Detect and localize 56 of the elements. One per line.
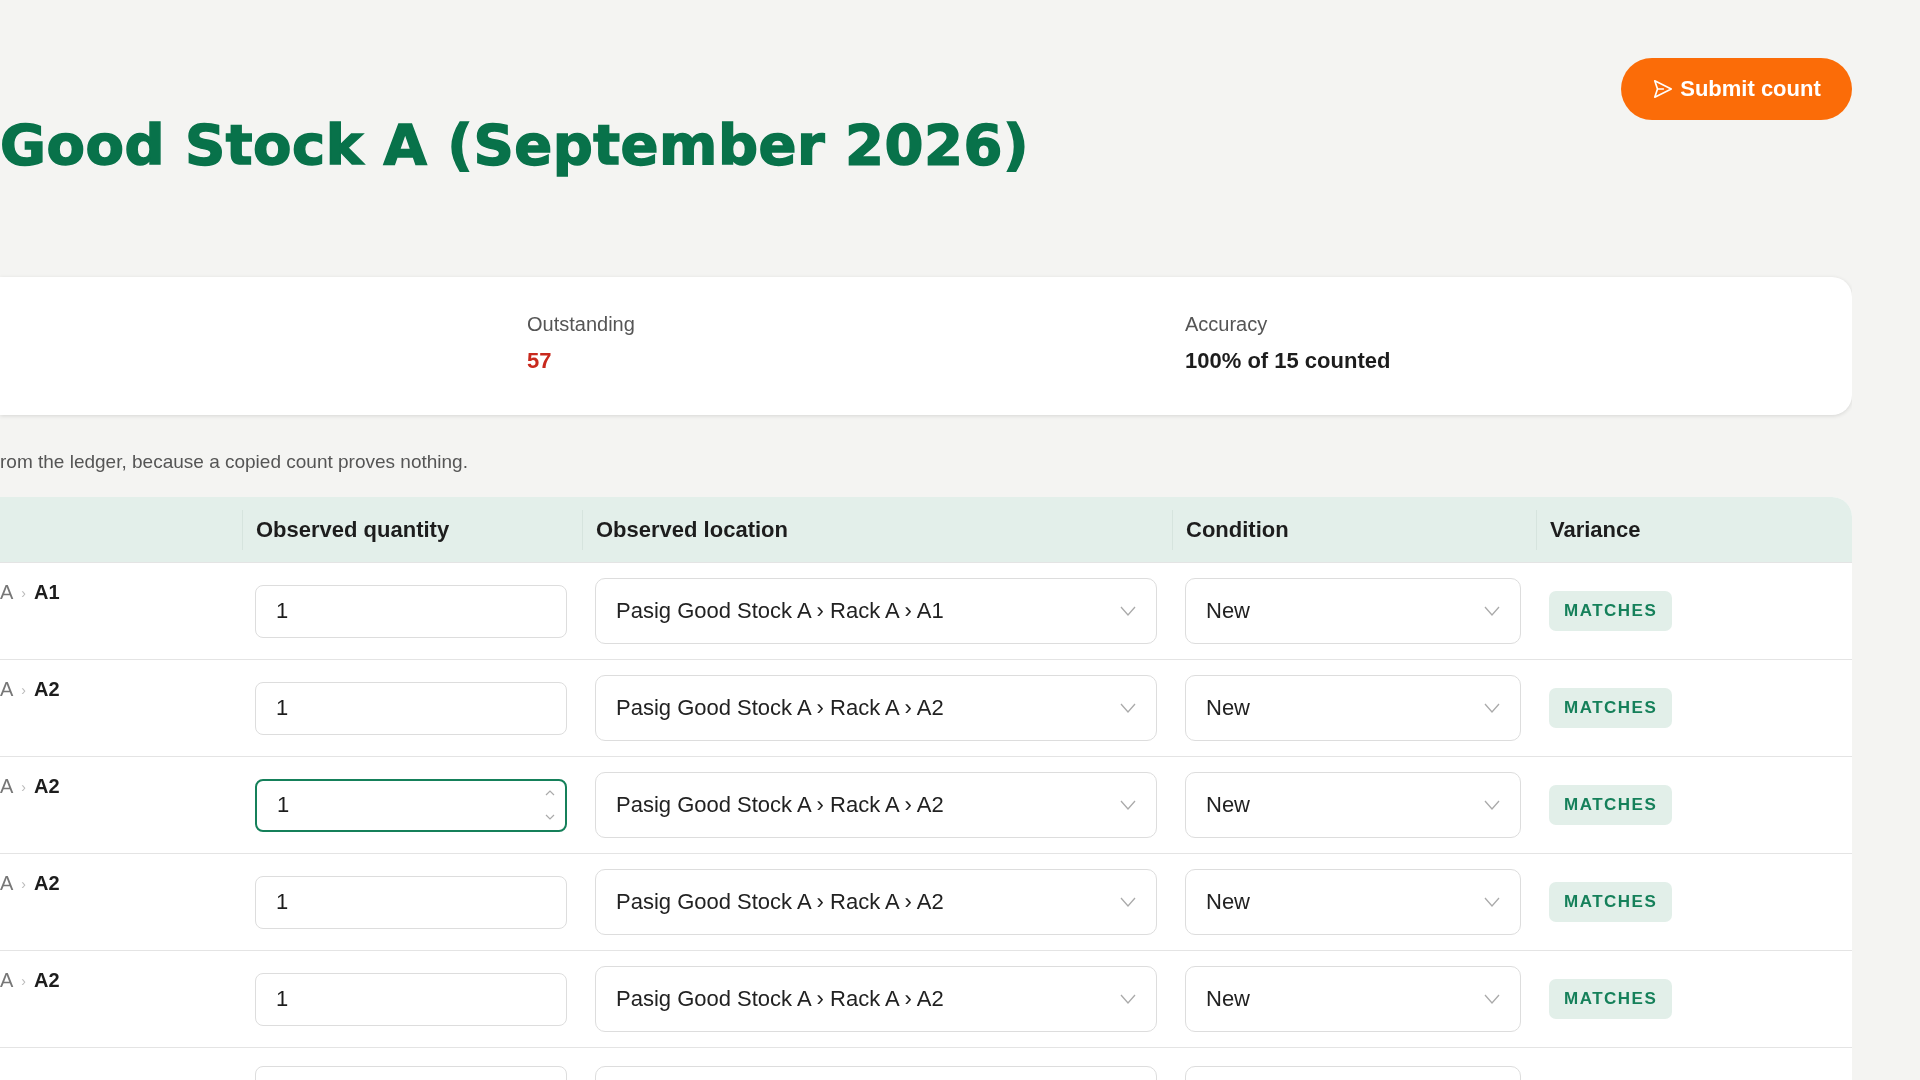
location-select[interactable]: Pasig Good Stock A › Rack A › A1 <box>595 578 1157 644</box>
condition-select[interactable]: New <box>1185 675 1521 741</box>
area-text: A <box>0 678 14 701</box>
location-select[interactable]: Pasig Good Stock A › Rack A › A2 <box>595 966 1157 1032</box>
chevron-down-icon <box>1484 897 1500 907</box>
chevron-down-icon <box>1120 897 1136 907</box>
quantity-input[interactable]: 1 <box>255 778 567 832</box>
area-text: A <box>0 775 14 798</box>
variance-badge: MATCHES <box>1549 882 1673 922</box>
variance-badge: MATCHES <box>1549 591 1673 631</box>
bin-text: A1 <box>34 581 60 604</box>
chevron-down-icon <box>1120 606 1136 616</box>
quantity-input[interactable]: 1 <box>255 972 567 1026</box>
bin-text: A2 <box>34 969 60 992</box>
column-header: Observed location <box>596 516 788 543</box>
separator-text: › <box>21 584 26 601</box>
area-text: A <box>0 581 14 604</box>
area-text: A <box>0 969 14 992</box>
stat-label: Outstanding <box>527 313 636 336</box>
condition-select[interactable]: New <box>1185 869 1521 935</box>
quantity-input[interactable]: 1 <box>255 584 567 638</box>
chevron-down-icon <box>1484 606 1500 616</box>
bin-text: A2 <box>34 872 60 895</box>
variance-badge: MATCHES <box>1549 979 1673 1019</box>
separator-text: › <box>21 681 26 698</box>
condition-select[interactable]: New <box>1185 772 1521 838</box>
column-header: Variance <box>1550 516 1641 543</box>
chevron-down-icon <box>1484 994 1500 1004</box>
separator-text: › <box>21 778 26 795</box>
variance-badge: MATCHES <box>1549 688 1673 728</box>
stat-value: 100% of 15 counted <box>1185 348 1392 374</box>
note-text: rom the ledger, because a copied count proves nothing. <box>0 451 469 474</box>
variance-badge: MATCHES <box>1549 785 1673 825</box>
quantity-input[interactable]: 1 <box>255 681 567 735</box>
chevron-down-icon <box>1484 703 1500 713</box>
chevron-down-icon <box>1120 800 1136 810</box>
chevron-down-icon <box>1484 800 1500 810</box>
bin-text: A2 <box>34 775 60 798</box>
chevron-down-icon <box>1120 994 1136 1004</box>
stat-label: Accuracy <box>1185 313 1269 336</box>
quantity-input[interactable]: 1 <box>255 875 567 929</box>
stat-value: 57 <box>527 348 553 374</box>
location-select[interactable]: Pasig Good Stock A › Rack A › A2 <box>595 675 1157 741</box>
separator-text: › <box>21 875 26 892</box>
bin-text: A2 <box>34 678 60 701</box>
column-header: Observed quantity <box>256 516 450 543</box>
page-title: Good Stock A (September 2026) <box>0 112 1030 177</box>
send-icon <box>1652 78 1675 100</box>
location-select[interactable]: Pasig Good Stock A › Rack A › A2 <box>595 772 1157 838</box>
condition-select[interactable]: New <box>1185 578 1521 644</box>
location-select[interactable]: Pasig Good Stock A › Rack A › A2 <box>595 869 1157 935</box>
chevron-down-icon <box>1120 703 1136 713</box>
separator-text: › <box>21 972 26 989</box>
area-text: A <box>0 872 14 895</box>
column-header: Condition <box>1186 516 1289 543</box>
condition-select[interactable]: New <box>1185 966 1521 1032</box>
